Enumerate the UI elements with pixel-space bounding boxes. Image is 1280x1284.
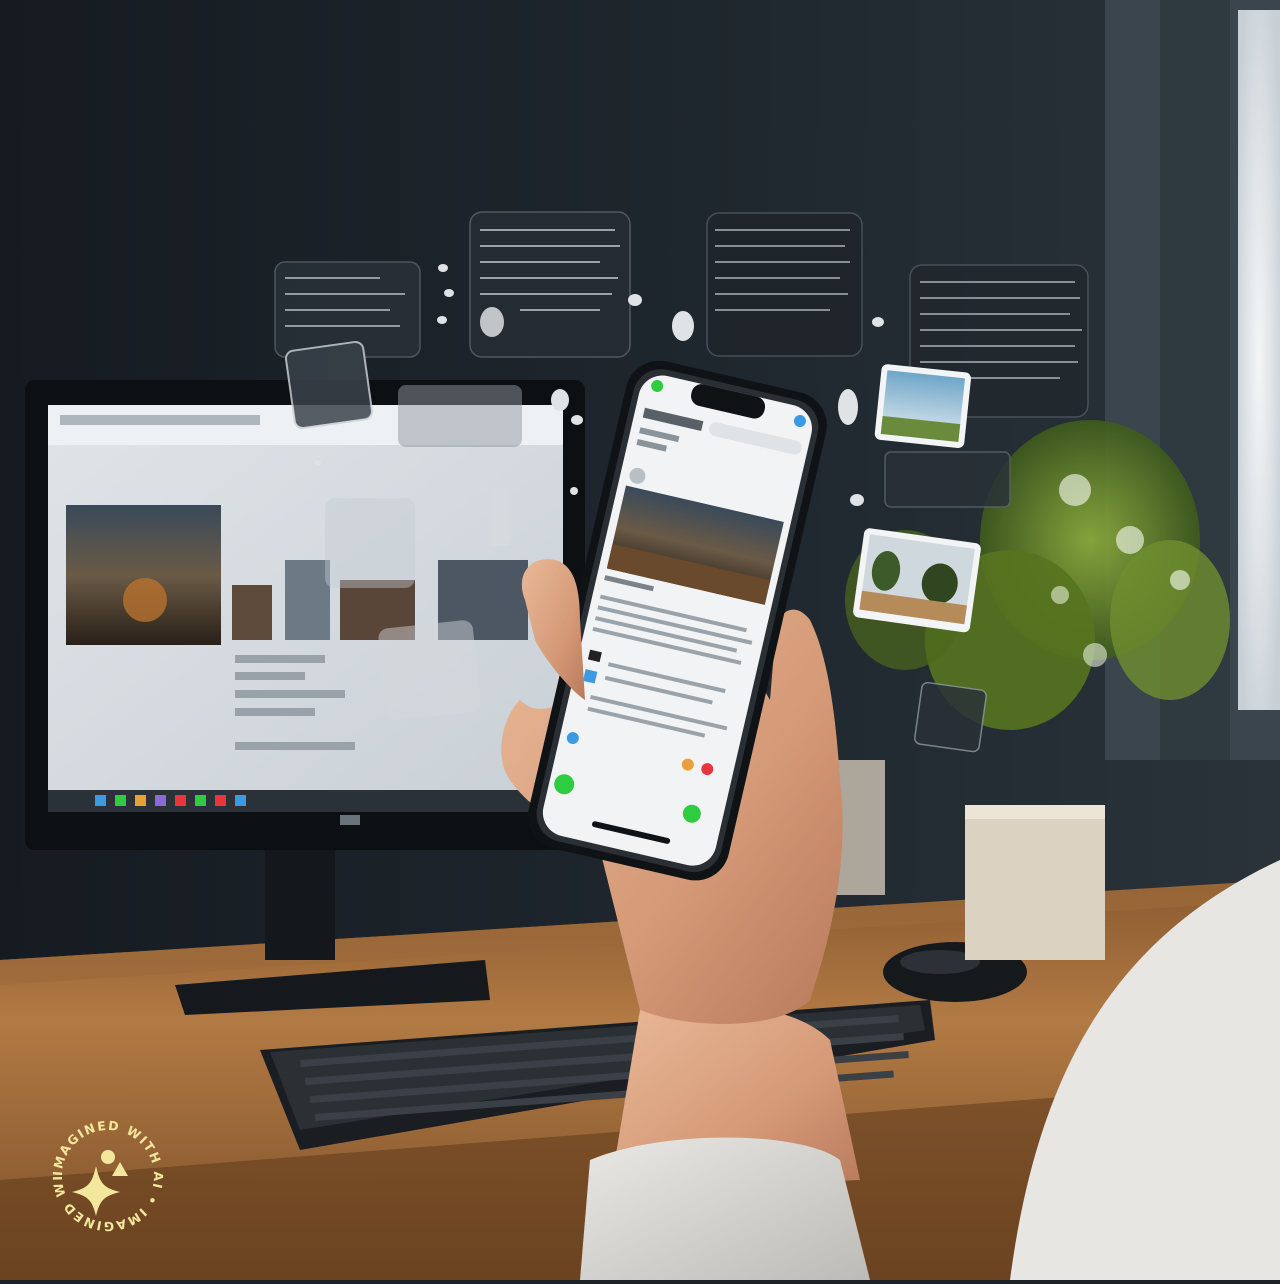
floating-card (284, 340, 374, 430)
floating-card (325, 498, 415, 588)
window-light (1238, 10, 1280, 710)
floating-card (398, 385, 522, 447)
floating-card (884, 451, 1011, 508)
photo-scene: IMAGINED WITH AI • IMAGINED WITH AI • (0, 0, 1280, 1280)
floating-photo-card (853, 528, 981, 633)
floating-card (378, 620, 481, 720)
floating-card (706, 212, 863, 357)
floating-card (914, 681, 987, 753)
scene-drawing: IMAGINED WITH AI • IMAGINED WITH AI • (0, 0, 1280, 1280)
floating-photo-card (874, 364, 972, 449)
floating-card (490, 488, 510, 546)
sleeve (580, 1137, 870, 1280)
